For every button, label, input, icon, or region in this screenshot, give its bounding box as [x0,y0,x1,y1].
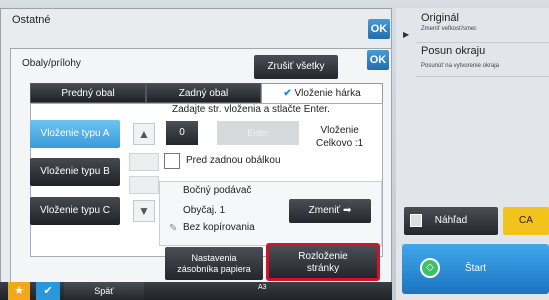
cancel-all-button[interactable]: Zrušiť všetky [254,55,338,79]
margin-shift-sub: Posunúť na vytvorenie okraja [421,63,499,69]
divider [416,42,549,43]
original-label[interactable]: Originál [421,12,459,24]
start-icon: ◇ [420,258,440,278]
outer-ok-button[interactable]: OK [368,19,390,39]
dialog-ok-button[interactable]: OK [367,50,389,70]
page-layout-line1: Rozloženie [298,251,348,262]
insertion-total-count: Celkovo :1 [316,138,364,149]
play-icon: ▶ [403,30,410,39]
enter-button[interactable]: Enter [217,121,299,145]
change-button[interactable]: Zmeniť ➡ [289,199,371,223]
insert-type-a-button[interactable]: Vloženie typu A [30,120,120,148]
page-layout-button[interactable]: Rozloženie stránky [266,243,380,281]
before-back-cover-checkbox[interactable] [164,153,180,169]
divider [416,76,549,77]
star-icon[interactable]: ★ [8,282,30,300]
insert-type-c-button[interactable]: Vloženie typu C [30,197,120,225]
outer-title: Ostatné [12,14,51,26]
list-slot [129,176,159,194]
instruction-text: Zadajte str. vloženia a stlačte Enter. [172,104,330,115]
scroll-up-icon[interactable]: ▲ [133,123,155,145]
dialog-title: Obaly/prílohy [22,58,81,69]
margin-shift-label[interactable]: Posun okraju [421,45,485,57]
insert-type-b-button[interactable]: Vloženie typu B [30,158,120,186]
page-layout-line2: stránky [306,263,340,274]
preview-icon [410,214,422,227]
no-copy-label: Bez kopírovania [183,222,255,233]
check-icon: ✔ [283,88,292,99]
list-slot [129,153,159,171]
clear-all-button[interactable]: CA [503,207,549,235]
before-back-cover-label: Pred zadnou obálkou [186,155,281,166]
paper-size-indicator: A3 [258,284,267,291]
page-number-field[interactable]: 0 [166,121,198,145]
insertion-total: Vloženie Celkovo :1 [316,124,363,150]
tab-sheet-insertion[interactable]: ✔ Vloženie hárka [261,83,383,103]
checkmark-icon[interactable]: ✔ [36,282,60,300]
tray-settings-line2: zásobníka papiera [177,264,251,274]
insertion-total-label: Vloženie [320,125,359,136]
tab-back-cover[interactable]: Zadný obal [146,83,261,103]
feed-source: Bočný podávač [183,185,252,196]
pencil-icon: ✎ [169,223,178,234]
change-button-label: Zmeniť [308,205,341,216]
tray-settings-button[interactable]: Nastavenia zásobníka papiera [165,247,263,280]
tab-front-cover[interactable]: Predný obal [30,83,146,103]
back-button[interactable]: Späť [64,282,144,300]
tab-sheet-insertion-label: Vloženie hárka [294,88,361,99]
original-sub: Zmeniť veľkosť/smer. [421,26,478,32]
arrow-right-icon: ➡ [342,205,352,216]
paper-type: Obyčaj. 1 [183,205,226,216]
tray-settings-line1: Nastavenia [191,253,237,263]
scroll-down-icon[interactable]: ▼ [133,200,155,222]
